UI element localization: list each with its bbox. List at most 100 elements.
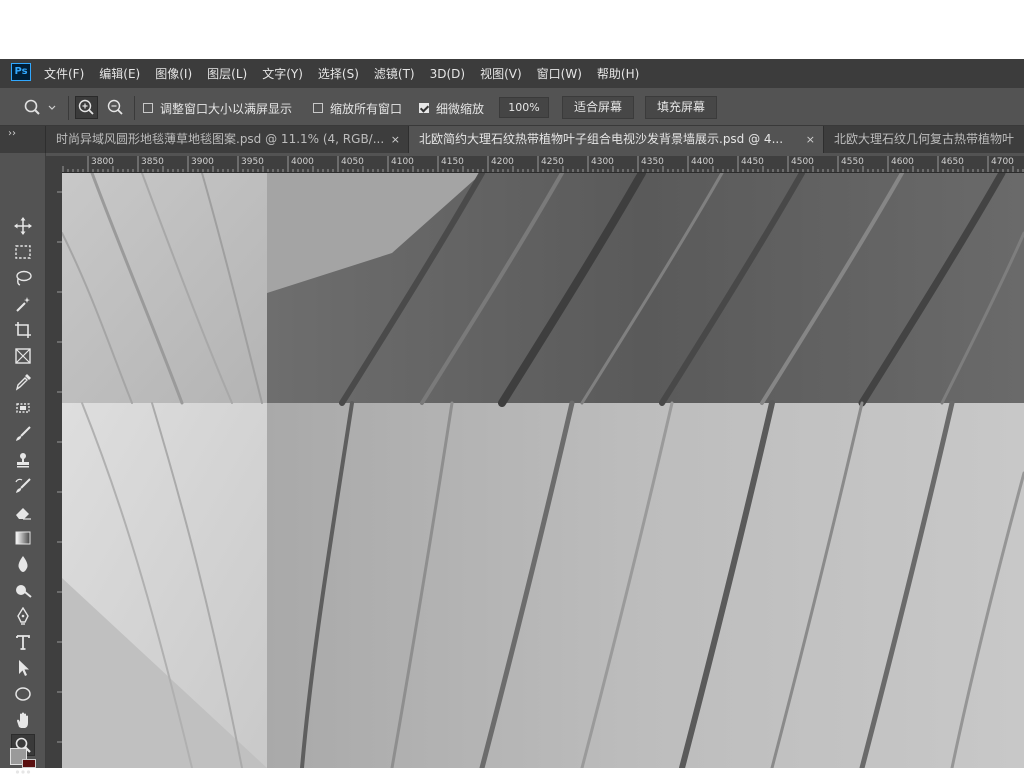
ruler-label: 3900 (191, 157, 214, 167)
scrubby-zoom-checkbox[interactable] (419, 103, 429, 113)
ruler-label: 4500 (791, 157, 814, 167)
ruler-label: 3950 (241, 157, 264, 167)
lasso-tool[interactable] (11, 267, 35, 289)
pen-icon (17, 607, 29, 625)
zoom-level-field[interactable]: 100% (499, 97, 549, 118)
vertical-ruler-ticks (57, 191, 62, 743)
menu-3d[interactable]: 3D(D) (430, 67, 465, 81)
path-selection-arrow-icon (19, 660, 29, 676)
ruler-label: 4400 (691, 157, 714, 167)
document-tab-bar: ›› 时尚异域风圆形地毯薄草地毯图案.psd @ 11.1% (4, RGB/.… (0, 126, 1024, 153)
menu-filter[interactable]: 滤镜(T) (374, 65, 415, 82)
type-tool[interactable] (11, 631, 35, 653)
ruler-label: 4050 (341, 157, 364, 167)
shape-tool[interactable] (11, 683, 35, 705)
eraser-tool[interactable] (11, 501, 35, 523)
document-tab-1[interactable]: 时尚异域风圆形地毯薄草地毯图案.psd @ 11.1% (4, RGB/... … (45, 126, 408, 153)
marble-artwork-image (62, 173, 1024, 768)
frame-tool[interactable] (11, 345, 35, 367)
zoom-out-button[interactable] (104, 96, 127, 119)
options-separator (134, 96, 135, 120)
zoom-all-windows-label: 缩放所有窗口 (330, 101, 403, 116)
resize-windows-option[interactable]: 调整窗口大小以满屏显示 (143, 101, 293, 116)
menu-select[interactable]: 选择(S) (318, 65, 359, 82)
menu-layer[interactable]: 图层(L) (207, 65, 247, 82)
zoom-all-windows-checkbox[interactable] (313, 103, 323, 113)
ruler-label: 4700 (991, 157, 1014, 167)
tab-close-icon[interactable]: × (806, 126, 815, 153)
ruler-label: 4200 (491, 157, 514, 167)
document-tab-3[interactable]: 北欧大理石纹几何复古热带植物叶 (823, 126, 1024, 153)
ruler-label: 3800 (91, 157, 114, 167)
ruler-corner (46, 156, 62, 172)
blur-tool[interactable] (11, 553, 35, 575)
menu-view[interactable]: 视图(V) (480, 65, 522, 82)
scrubby-zoom-option[interactable]: 细微缩放 (419, 101, 485, 116)
healing-tool[interactable] (11, 397, 35, 419)
menu-type[interactable]: 文字(Y) (262, 65, 303, 82)
eyedropper-icon (15, 374, 31, 391)
options-separator (68, 96, 69, 120)
menu-help[interactable]: 帮助(H) (597, 65, 639, 82)
fit-screen-button[interactable]: 适合屏幕 (562, 96, 634, 119)
ps-logo: Ps (11, 63, 31, 81)
dodge-tool[interactable] (11, 579, 35, 601)
ellipse-shape-icon (15, 687, 31, 701)
panel-collapse-icon[interactable]: ›› (8, 128, 16, 139)
resize-windows-checkbox[interactable] (143, 103, 153, 113)
ruler-label: 4600 (891, 157, 914, 167)
hand-tool[interactable] (11, 709, 35, 731)
blur-drop-icon (18, 556, 28, 572)
zoom-out-icon (107, 99, 123, 115)
menu-file[interactable]: 文件(F) (44, 65, 84, 82)
gradient-icon (15, 531, 31, 545)
ruler-label: 4100 (391, 157, 414, 167)
document-tab-title: 北欧简约大理石纹热带植物叶子组合电视沙发背景墙展示.psd @ 4... (419, 132, 784, 146)
ruler-label: 4650 (941, 157, 964, 167)
move-tool[interactable] (11, 215, 35, 237)
ruler-label: 4450 (741, 157, 764, 167)
photoshop-window: Ps 文件(F) 编辑(E) 图像(I) 图层(L) 文字(Y) 选择(S) 滤… (0, 59, 1024, 774)
scrubby-zoom-label: 细微缩放 (436, 101, 485, 116)
marquee-tool[interactable] (11, 241, 35, 263)
ruler-label: 4250 (541, 157, 564, 167)
menu-window[interactable]: 窗口(W) (537, 65, 582, 82)
dodge-icon (16, 585, 32, 598)
magic-wand-icon (16, 297, 30, 312)
resize-windows-label: 调整窗口大小以满屏显示 (160, 101, 293, 116)
tools-panel (0, 153, 46, 774)
pen-tool[interactable] (11, 605, 35, 627)
options-bar: 调整窗口大小以满屏显示 缩放所有窗口 细微缩放 100% 适合屏幕 填充屏幕 (0, 88, 1024, 126)
rectangular-marquee-icon (15, 245, 31, 259)
fill-screen-button[interactable]: 填充屏幕 (645, 96, 717, 119)
ruler-label: 4150 (441, 157, 464, 167)
document-tab-2[interactable]: 北欧简约大理石纹热带植物叶子组合电视沙发背景墙展示.psd @ 4... × (408, 126, 823, 153)
ruler-label: 4350 (641, 157, 664, 167)
crop-tool[interactable] (11, 319, 35, 341)
vertical-ruler[interactable] (46, 172, 63, 768)
tab-close-icon[interactable]: × (391, 126, 400, 153)
frame-icon (15, 348, 31, 364)
type-icon (16, 635, 30, 650)
zoom-all-windows-option[interactable]: 缩放所有窗口 (313, 101, 403, 116)
zoom-in-button[interactable] (75, 96, 98, 119)
menu-image[interactable]: 图像(I) (155, 65, 192, 82)
move-icon (14, 217, 32, 235)
path-selection-tool[interactable] (11, 657, 35, 679)
background-color-swatch[interactable] (22, 759, 36, 768)
clone-stamp-icon (17, 453, 29, 468)
gradient-tool[interactable] (11, 527, 35, 549)
document-canvas[interactable] (62, 173, 1024, 768)
eyedropper-tool[interactable] (11, 371, 35, 393)
magic-wand-tool[interactable] (11, 293, 35, 315)
crop-icon (15, 322, 31, 338)
stamp-tool[interactable] (11, 449, 35, 471)
eraser-icon (16, 508, 31, 520)
tool-preset-picker[interactable] (22, 98, 62, 118)
horizontal-ruler[interactable]: 3800 3850 3900 3950 4000 4050 4100 4150 4200 4250… (62, 156, 1024, 173)
hand-icon (17, 712, 28, 728)
document-tab-title: 北欧大理石纹几何复古热带植物叶 (834, 132, 1015, 146)
brush-tool[interactable] (11, 423, 35, 445)
menu-edit[interactable]: 编辑(E) (99, 65, 140, 82)
history-brush-tool[interactable] (11, 475, 35, 497)
